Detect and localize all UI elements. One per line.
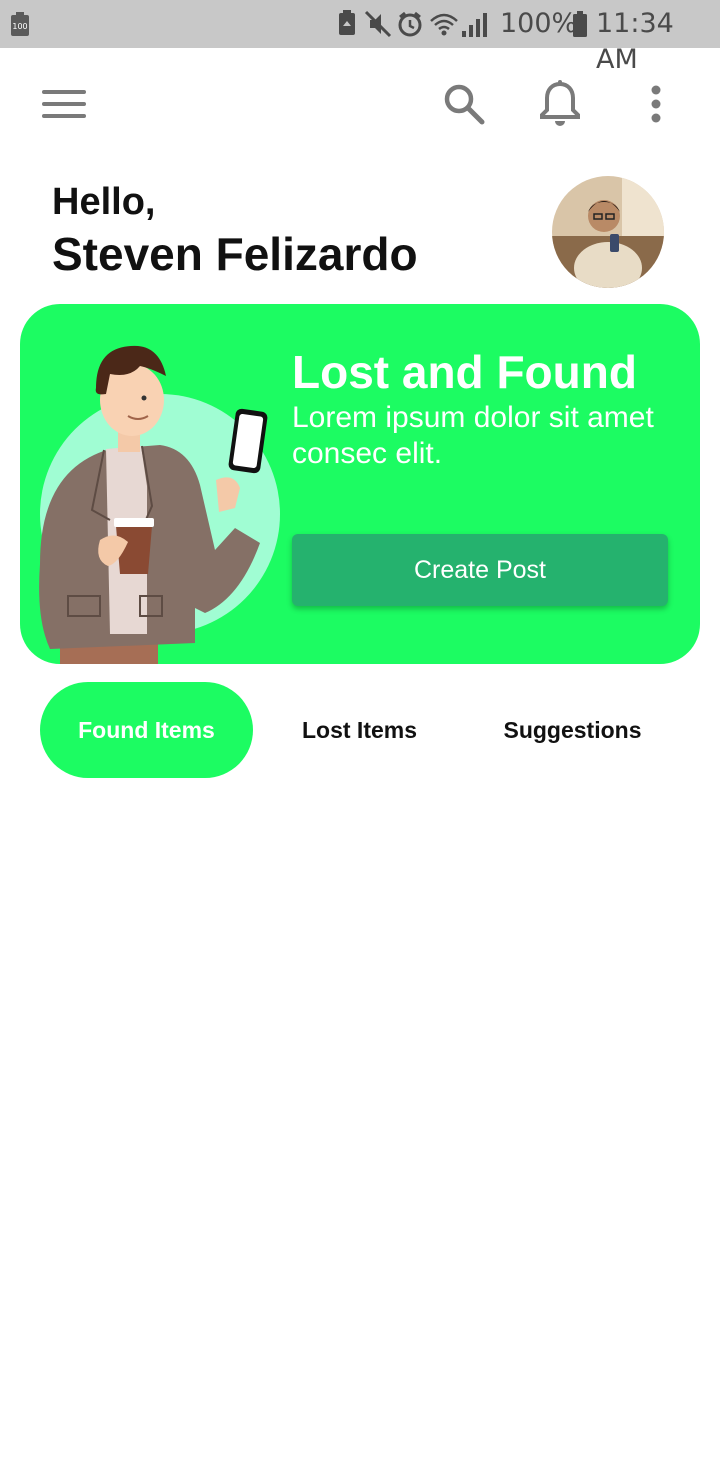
signal-icon bbox=[462, 13, 487, 37]
svg-text:100: 100 bbox=[12, 22, 27, 31]
battery-saver-icon bbox=[339, 10, 355, 35]
search-icon[interactable] bbox=[442, 82, 486, 126]
status-bar: 100 100% 11:34 AM bbox=[0, 0, 720, 75]
user-name: Steven Felizardo bbox=[52, 228, 418, 280]
greeting: Hello, bbox=[52, 181, 156, 223]
banner-description: Lorem ipsum dolor sit amet consec elit. bbox=[292, 401, 654, 470]
person-with-phone-illustration bbox=[39, 345, 280, 664]
create-post-button[interactable]: Create Post bbox=[292, 534, 668, 606]
tab-found-items[interactable]: Found Items bbox=[40, 682, 253, 778]
battery-percent: 100% bbox=[500, 8, 578, 39]
avatar[interactable] bbox=[552, 176, 664, 288]
clock: 11:34 AM bbox=[596, 8, 674, 75]
avatar-photo bbox=[552, 176, 664, 288]
battery-level-icon: 100 bbox=[11, 12, 29, 36]
alarm-icon bbox=[398, 11, 422, 37]
wifi-icon bbox=[430, 13, 458, 36]
bell-icon[interactable] bbox=[538, 80, 582, 128]
battery-icon bbox=[573, 11, 587, 37]
lost-and-found-banner: Lost and Found Lorem ipsum dolor sit ame… bbox=[20, 304, 700, 664]
banner-title: Lost and Found bbox=[292, 346, 637, 398]
tab-suggestions[interactable]: Suggestions bbox=[466, 682, 679, 778]
menu-icon[interactable] bbox=[42, 88, 86, 120]
more-vert-icon[interactable] bbox=[640, 82, 672, 126]
mute-icon bbox=[364, 10, 392, 38]
tab-lost-items[interactable]: Lost Items bbox=[253, 682, 466, 778]
status-icons bbox=[339, 10, 487, 38]
